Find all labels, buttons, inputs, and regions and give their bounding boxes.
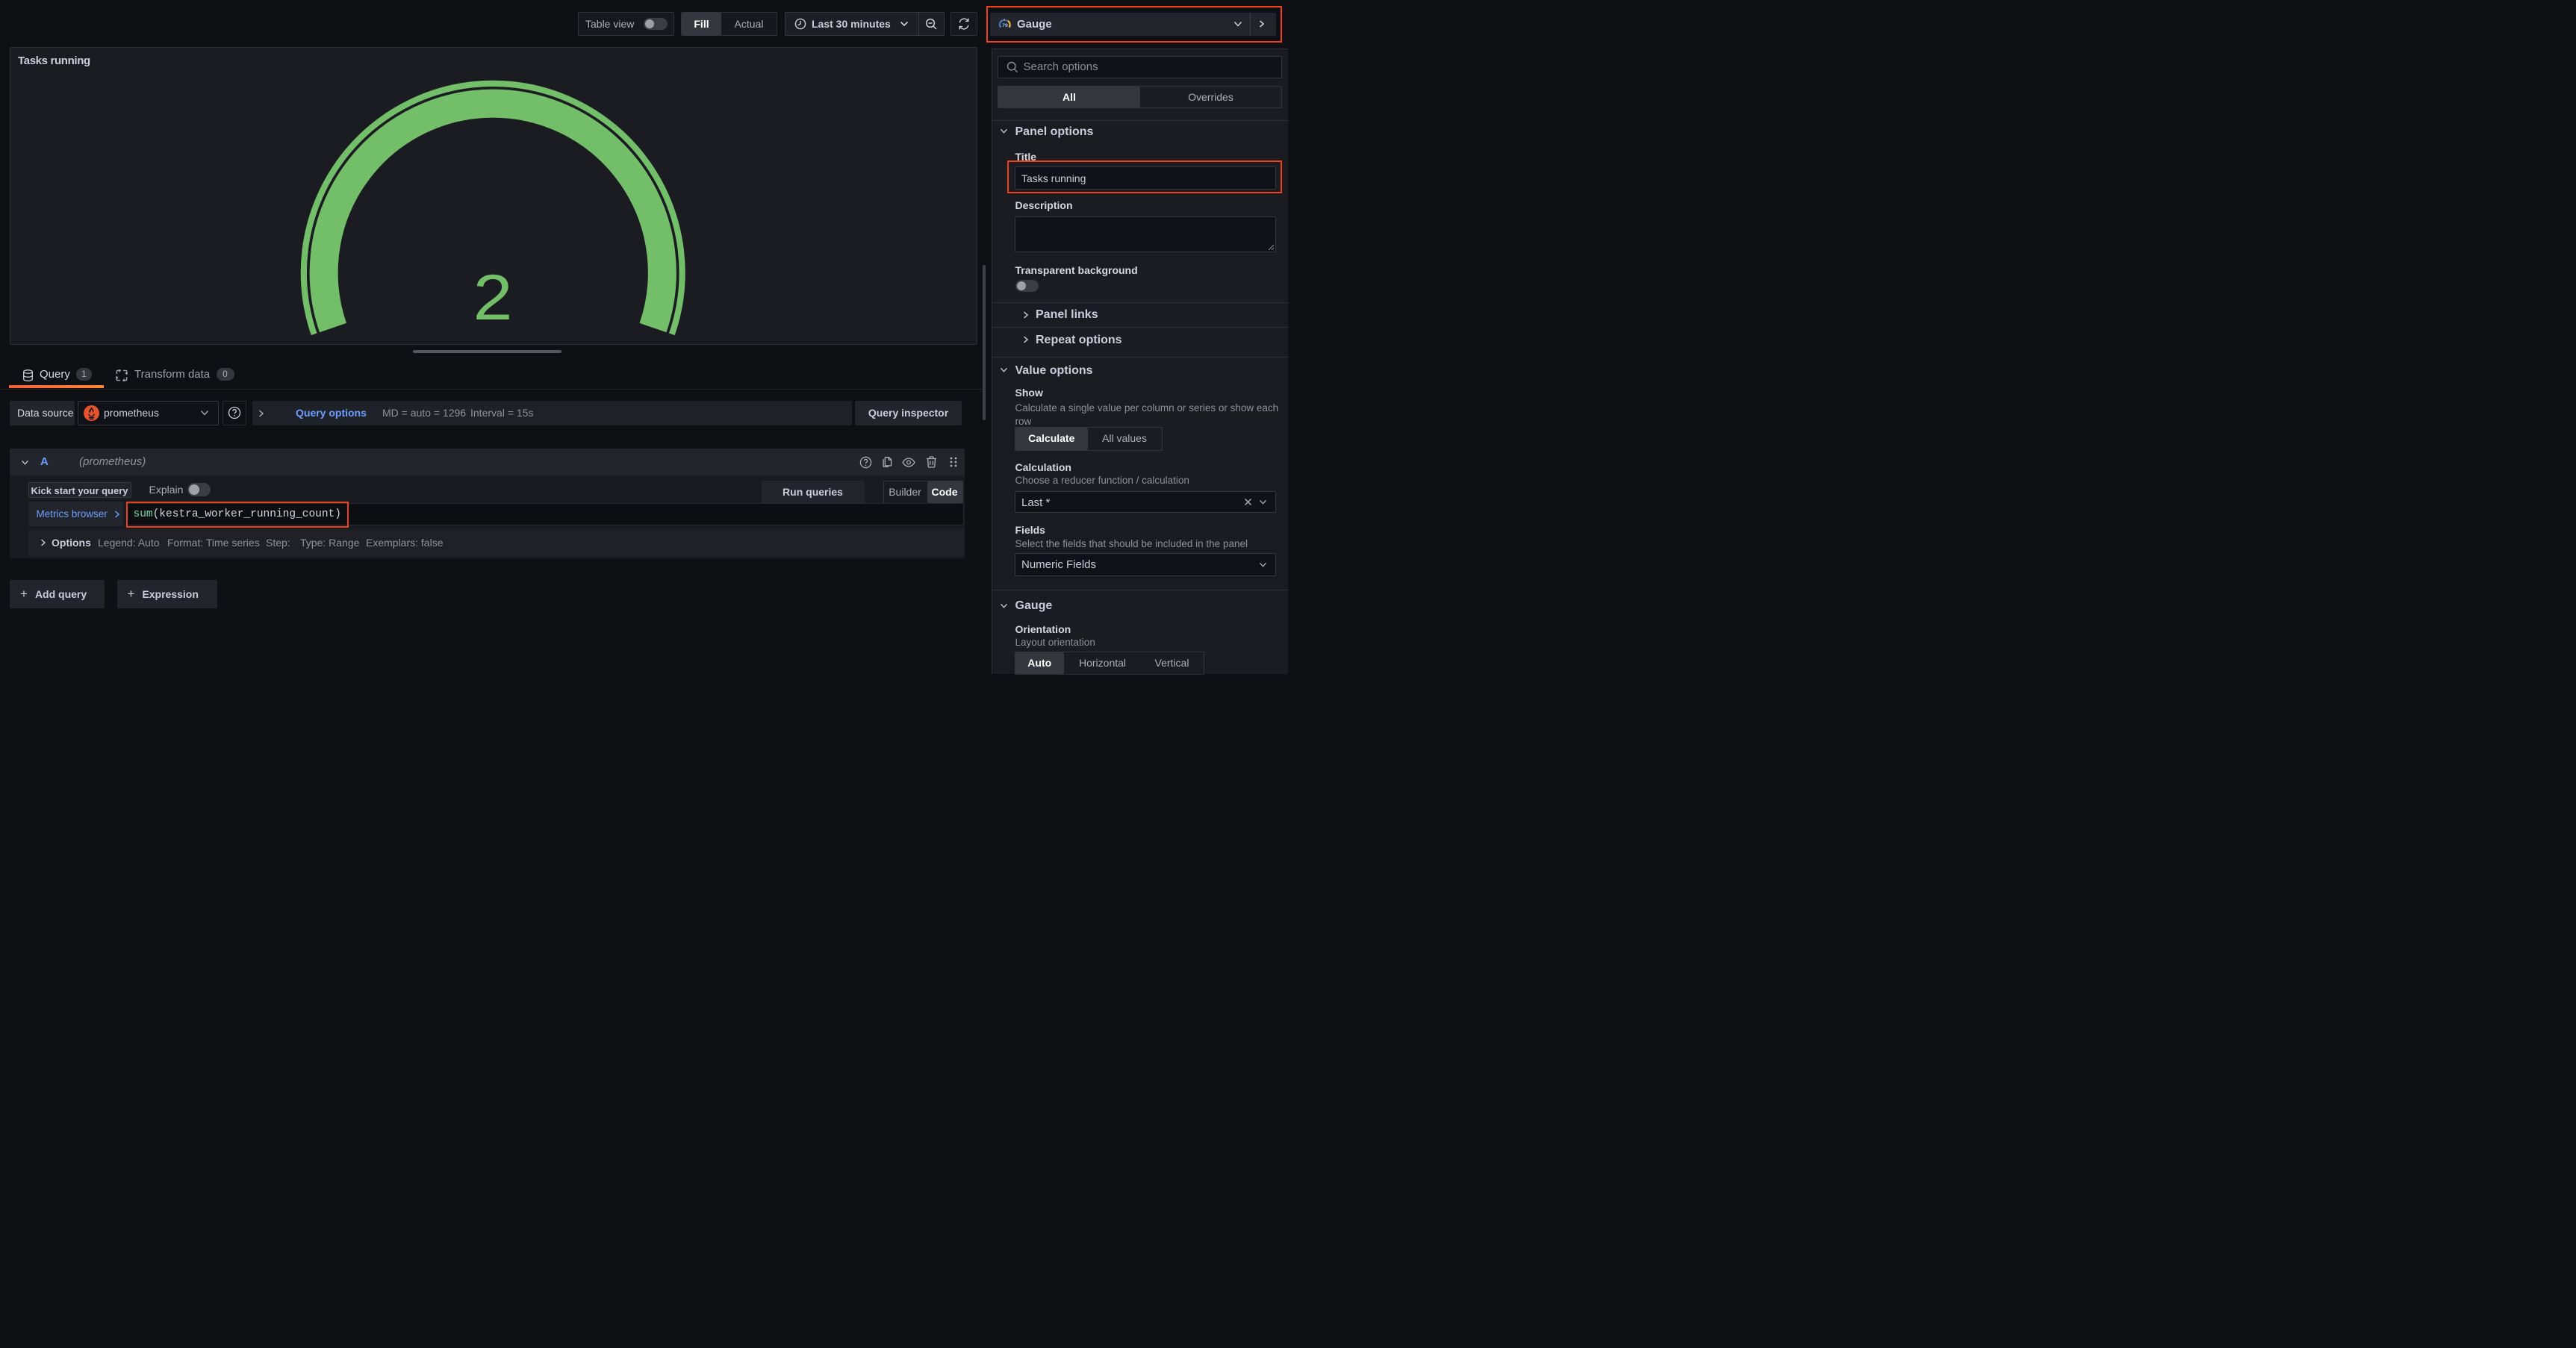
svg-text:2: 2 [473, 262, 513, 334]
